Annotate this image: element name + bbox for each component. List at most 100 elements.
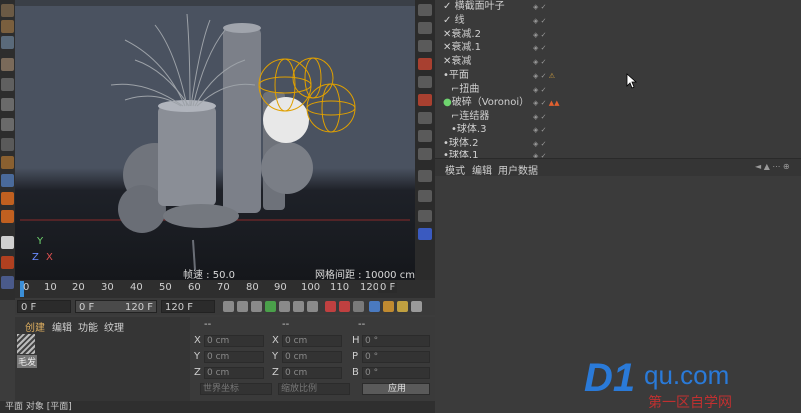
rot-b-field[interactable]: 0 ° [362,367,430,379]
menu-edit[interactable]: 编辑 [52,319,72,334]
3d-viewport[interactable]: Y Z X 帧速 : 50.0 网格间距 : 10000 cm [15,0,415,280]
coord-label: X [272,335,279,346]
fps-readout: 帧速 : 50.0 [183,270,235,280]
menu-user-data[interactable]: 用户数据 [498,162,538,177]
logo-domain: qu.com [644,360,730,390]
tool-icon[interactable] [1,138,14,151]
size-y-field[interactable]: 0 cm [282,351,342,363]
go-end-icon[interactable] [307,301,318,312]
tool-icon[interactable] [1,118,14,131]
axis-x-label: X [46,252,53,263]
world-coords-dropdown[interactable]: 世界坐标 [200,383,272,395]
range-slider[interactable]: 0 F 120 F [75,300,157,313]
param-icon[interactable] [411,301,422,312]
list-item[interactable]: ✓ 横截面叶子 ◈ ✓ [435,1,801,13]
right-tool-strip [415,0,435,300]
tool-icon[interactable] [418,40,432,52]
tool-icon[interactable] [1,256,14,269]
left-tool-strip [0,0,15,300]
tool-icon[interactable] [1,98,14,111]
pos-x-field[interactable]: 0 cm [204,335,264,347]
tick-label: 0 [23,282,30,293]
grid-spacing-readout: 网格间距 : 10000 cm [315,270,415,280]
menu-function[interactable]: 功能 [78,319,98,334]
cube-icon[interactable] [1,58,14,71]
tool-icon[interactable] [418,112,432,124]
menu-mode[interactable]: 模式 [445,162,465,177]
menu-edit[interactable]: 编辑 [472,162,492,177]
coord-label: Y [272,351,279,362]
tool-icon[interactable] [418,76,432,88]
rot-h-field[interactable]: 0 ° [362,335,430,347]
tool-icon[interactable] [418,148,432,160]
tool-icon[interactable] [1,276,14,289]
list-item[interactable]: ✕衰减 ◈ ✓ [435,56,801,68]
tool-icon[interactable] [418,210,432,222]
material-swatch[interactable] [17,334,35,354]
timeline-ruler[interactable]: 0 10 20 30 40 50 60 70 80 90 100 110 120… [15,280,435,298]
tool-icon[interactable] [1,78,14,91]
mouse-cursor-icon [626,73,638,89]
list-item[interactable]: •球体.1 ◈ ✓ [435,150,801,158]
move-icon[interactable] [369,301,380,312]
apply-button[interactable]: 应用 [362,383,430,395]
rot-p-field[interactable]: 0 ° [362,351,430,363]
tool-icon[interactable] [1,4,14,17]
coord-label: B [352,367,359,378]
menu-create[interactable]: 创建 [25,319,45,334]
key-icon[interactable] [353,301,364,312]
go-start-icon[interactable] [223,301,234,312]
list-item[interactable]: ✕衰减.1 ◈ ✓ [435,42,801,54]
tick-label: 10 [44,282,57,293]
sphere-white [263,97,309,143]
record-icon[interactable] [418,58,432,70]
object-manager: ✓ 横截面叶子 ◈ ✓ ✓ 线 ◈ ✓ ✕衰减.2 ◈ ✓ ✕衰减.1 ◈ ✓ ✕衰减 ◈… [435,0,801,158]
size-x-field[interactable]: 0 cm [282,335,342,347]
list-item[interactable]: ⌐扭曲 ◈ ✓ [435,84,801,96]
rotate-icon[interactable] [383,301,394,312]
tool-icon[interactable] [418,170,432,182]
tool-icon[interactable] [1,192,14,205]
start-frame-field[interactable]: 0 F [17,300,71,313]
play-icon[interactable] [265,301,276,312]
nav-arrows-icon[interactable]: ◄ ▲ ⋯ ⊕ [755,162,790,171]
next-frame-icon[interactable] [279,301,290,312]
list-item[interactable]: •球体.3 ◈ ✓ [435,124,801,136]
prev-frame-icon[interactable] [251,301,262,312]
prev-key-icon[interactable] [237,301,248,312]
s-icon[interactable] [1,236,14,249]
record-icon[interactable] [418,94,432,106]
next-key-icon[interactable] [293,301,304,312]
cylinder-top [223,23,261,33]
list-item[interactable]: ⌐连结器 ◈ ✓ [435,111,801,123]
size-z-field[interactable]: 0 cm [282,367,342,379]
autokey-icon[interactable] [339,301,350,312]
menu-texture[interactable]: 纹理 [104,319,124,334]
tool-icon[interactable] [1,36,14,49]
list-item[interactable]: ✓ 线 ◈ ✓ [435,15,801,27]
scale-icon[interactable] [397,301,408,312]
end-frame-field[interactable]: 120 F [161,300,215,313]
pos-y-field[interactable]: 0 cm [204,351,264,363]
list-item[interactable]: •球体.2 ◈ ✓ [435,138,801,150]
coord-label: Y [194,351,201,362]
list-item[interactable]: ●破碎（Voronoi） ◈ ✓ ▲▲ [435,97,801,109]
axis-z-label: Z [32,252,39,263]
tool-icon[interactable] [418,228,432,240]
list-item[interactable]: •平面 ◈ ✓ ⚠ [435,70,801,82]
scene-render [20,13,410,271]
scale-dropdown[interactable]: 缩放比例 [278,383,350,395]
tool-icon[interactable] [418,130,432,142]
tool-icon[interactable] [1,174,14,187]
list-item[interactable]: ✕衰减.2 ◈ ✓ [435,29,801,41]
tool-icon[interactable] [418,190,432,202]
tool-icon[interactable] [1,20,14,33]
record-icon[interactable] [325,301,336,312]
tool-icon[interactable] [1,210,14,223]
paint-icon[interactable] [1,156,14,169]
pos-z-field[interactable]: 0 cm [204,367,264,379]
range-start: 0 F [79,302,95,313]
tool-icon[interactable] [418,22,432,34]
col-header: -- [204,319,212,330]
tool-icon[interactable] [418,4,432,16]
